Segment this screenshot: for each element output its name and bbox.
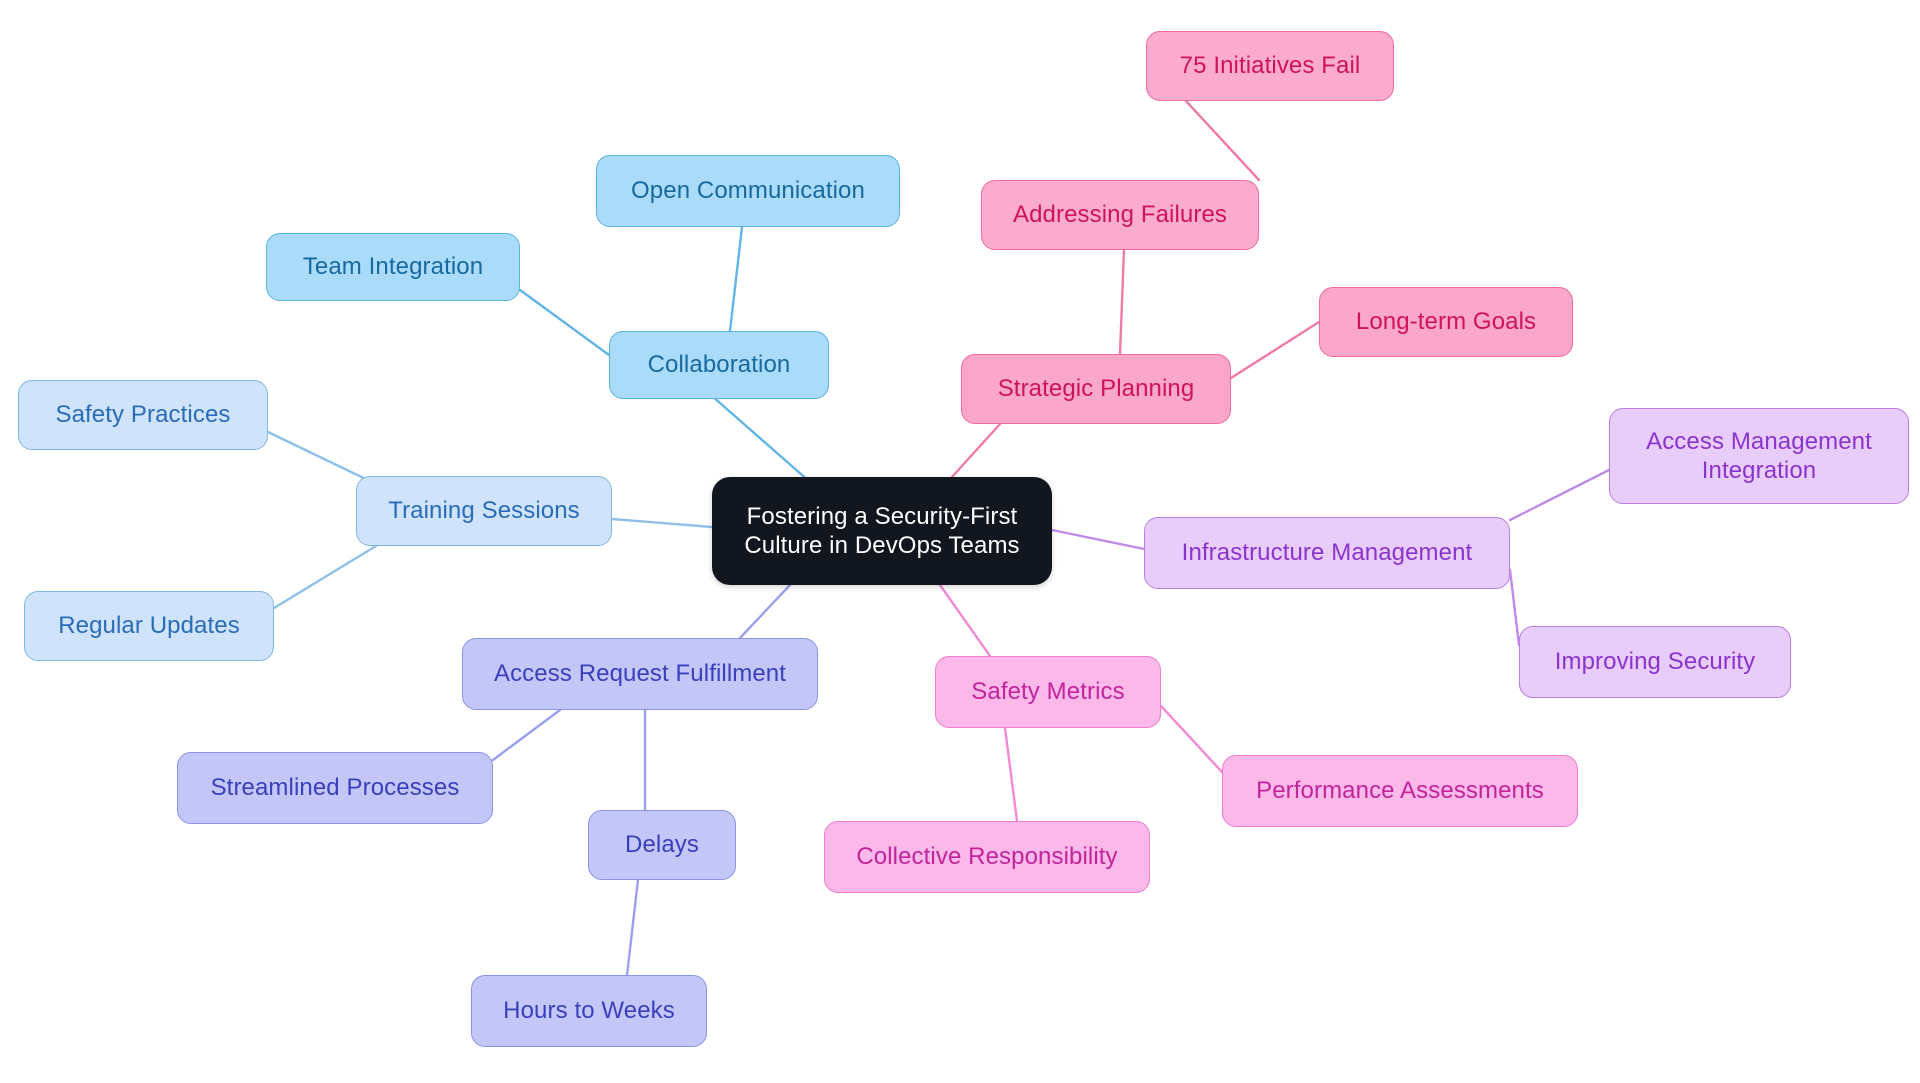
edge-improving-security-to-infrastructure-management [1508,568,1521,647]
node-addressing-failures[interactable]: Addressing Failures [981,180,1259,250]
node-initiatives-fail[interactable]: 75 Initiatives Fail [1146,31,1394,101]
edge-access-request-fulfillment-to-root [738,583,792,640]
edge-team-integration-to-collaboration [518,288,611,357]
node-collective-responsibility[interactable]: Collective Responsibility [824,821,1150,893]
node-label-addressing-failures: Addressing Failures [1013,201,1227,229]
node-regular-updates[interactable]: Regular Updates [24,591,274,661]
node-label-safety-practices: Safety Practices [55,401,231,429]
node-performance-assessments[interactable]: Performance Assessments [1222,755,1578,827]
node-label-performance-assessments: Performance Assessments [1256,777,1544,805]
node-label-access-request-fulfillment: Access Request Fulfillment [493,660,787,688]
edge-strategic-planning-to-root [950,422,1002,479]
node-strategic-planning[interactable]: Strategic Planning [961,354,1231,424]
node-label-access-management-integration: Access Management Integration [1646,427,1872,484]
node-team-integration[interactable]: Team Integration [266,233,520,301]
node-label-initiatives-fail: 75 Initiatives Fail [1179,52,1361,80]
node-label-open-communication: Open Communication [631,177,865,205]
edge-performance-assessments-to-safety-metrics [1159,704,1224,774]
edge-streamlined-processes-to-access-request-fulfillment [491,708,562,762]
edge-infrastructure-management-to-root [1050,528,1146,551]
node-improving-security[interactable]: Improving Security [1519,626,1791,698]
edge-collective-responsibility-to-safety-metrics [1003,726,1019,823]
edge-initiatives-fail-to-addressing-failures [1184,99,1261,182]
edge-regular-updates-to-training-sessions [272,544,378,610]
edge-safety-practices-to-training-sessions [266,430,378,486]
edge-access-management-integration-to-infrastructure-management [1508,468,1611,522]
node-training-sessions[interactable]: Training Sessions [356,476,612,546]
edge-long-term-goals-to-strategic-planning [1229,320,1321,380]
node-label-long-term-goals: Long-term Goals [1355,308,1537,336]
edge-training-sessions-to-root [610,517,714,529]
node-label-improving-security: Improving Security [1554,648,1756,676]
node-access-request-fulfillment[interactable]: Access Request Fulfillment [462,638,818,710]
node-label-hours-to-weeks: Hours to Weeks [503,997,675,1025]
node-access-management-integration[interactable]: Access Management Integration [1609,408,1909,504]
edge-hours-to-weeks-to-delays [625,878,640,977]
node-streamlined-processes[interactable]: Streamlined Processes [177,752,493,824]
node-label-delays: Delays [625,831,699,859]
node-label-collective-responsibility: Collective Responsibility [856,843,1118,871]
node-safety-practices[interactable]: Safety Practices [18,380,268,450]
node-label-root: Fostering a Security-First Culture in De… [744,502,1020,559]
node-root[interactable]: Fostering a Security-First Culture in De… [712,477,1052,585]
node-label-safety-metrics: Safety Metrics [971,678,1125,706]
node-hours-to-weeks[interactable]: Hours to Weeks [471,975,707,1047]
node-long-term-goals[interactable]: Long-term Goals [1319,287,1573,357]
node-open-communication[interactable]: Open Communication [596,155,900,227]
node-collaboration[interactable]: Collaboration [609,331,829,399]
node-infrastructure-management[interactable]: Infrastructure Management [1144,517,1510,589]
node-label-strategic-planning: Strategic Planning [997,375,1195,403]
edge-safety-metrics-to-root [938,583,992,658]
node-label-team-integration: Team Integration [302,253,484,281]
mindmap-canvas: Collaboration Open Communication Team Inte… [0,0,1920,1083]
node-label-streamlined-processes: Streamlined Processes [210,774,460,802]
edge-collaboration-to-root [710,394,812,484]
node-delays[interactable]: Delays [588,810,736,880]
node-label-training-sessions: Training Sessions [388,497,580,525]
edge-addressing-failures-to-strategic-planning [1118,248,1126,356]
node-safety-metrics[interactable]: Safety Metrics [935,656,1161,728]
node-label-collaboration: Collaboration [647,351,791,379]
node-label-regular-updates: Regular Updates [58,612,240,640]
node-label-infrastructure-management: Infrastructure Management [1181,539,1473,567]
edge-open-communication-to-collaboration [728,225,744,333]
